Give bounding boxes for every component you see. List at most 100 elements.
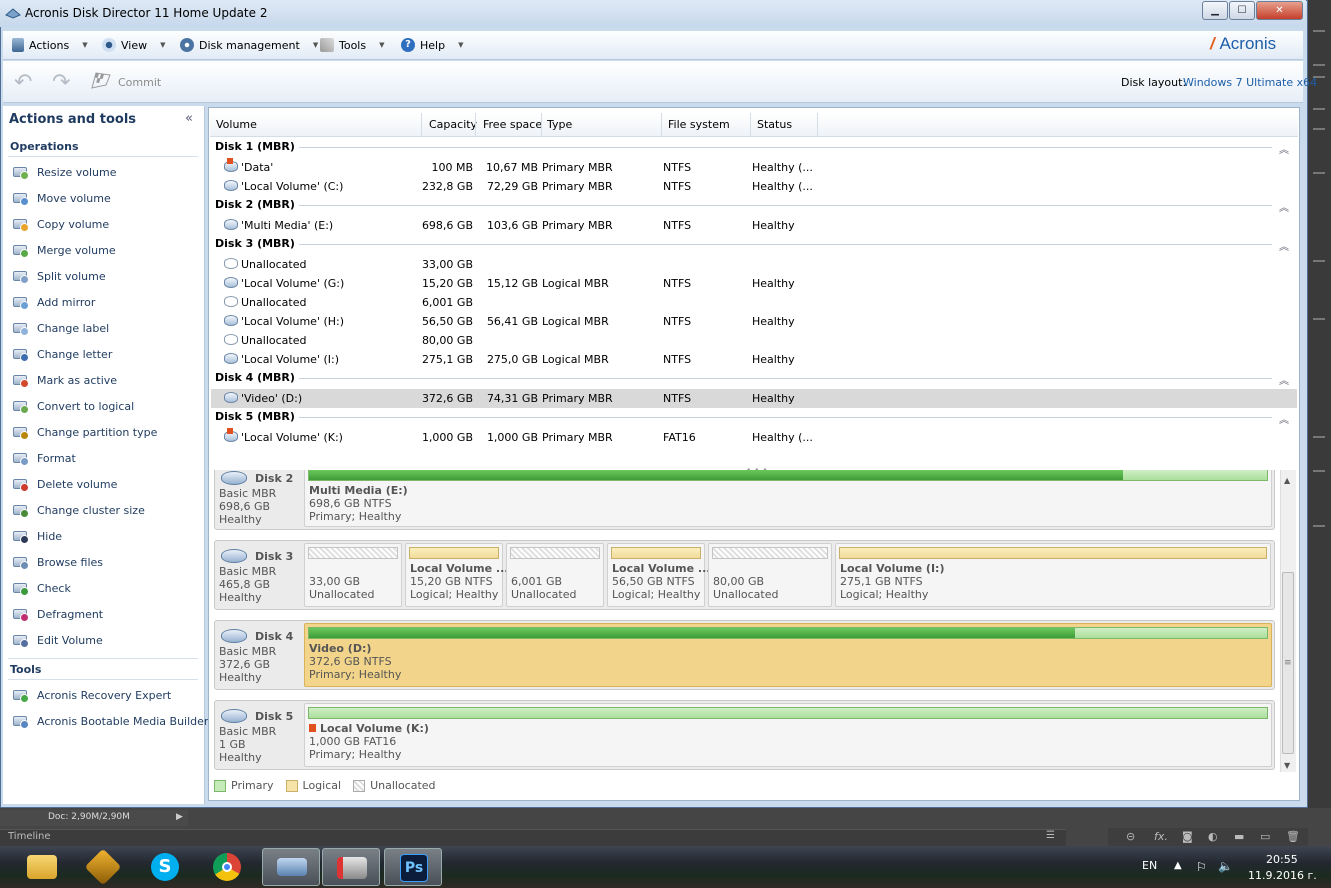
menu-view[interactable]: View ▼ — [102, 38, 166, 52]
partition-block[interactable]: Multi Media (E:) 698,6 GB NTFS Primary; He… — [304, 470, 1272, 527]
redo-icon[interactable]: ↷ — [52, 70, 70, 95]
sidebar-item-convert-logical[interactable]: Convert to logical — [12, 398, 134, 414]
menu-help-label: Help — [420, 38, 446, 52]
scroll-up-icon[interactable]: ▲ — [1284, 476, 1290, 485]
menu-disk-management[interactable]: Disk management ▼ — [180, 38, 318, 52]
commit-flag-icon[interactable] — [90, 71, 112, 89]
disk-info: Disk 4 Basic MBR 372,6 GB Healthy — [215, 621, 303, 689]
active-flag-icon — [309, 724, 316, 732]
table-row[interactable]: 'Local Volume' (G:) 15,20 GB 15,12 GB Logic… — [211, 274, 1297, 293]
table-row[interactable]: 'Multi Media' (E:) 698,6 GB 103,6 GB Primar… — [211, 216, 1297, 235]
partition-block[interactable]: Local Volume ... 56,50 GB NTFS Logical; He… — [607, 543, 710, 607]
column-separator[interactable] — [541, 113, 542, 137]
column-separator[interactable] — [475, 113, 476, 137]
partition-block[interactable]: Local Volume (K:) 1,000 GB FAT16 Primary; … — [304, 703, 1272, 767]
sidebar-item-mark-active[interactable]: Mark as active — [12, 372, 117, 388]
menu-tools[interactable]: Tools ▼ — [320, 38, 385, 52]
cell-capacity: 33,00 GB — [421, 258, 473, 271]
cell-status: Healthy — [752, 315, 795, 328]
partition-block[interactable]: 80,00 GB Unallocated — [708, 543, 832, 607]
cell-status: Healthy — [752, 277, 795, 290]
disk-group-header: Disk 1 (MBR) — [215, 140, 295, 153]
column-separator[interactable] — [661, 113, 662, 137]
partition-block[interactable]: Local Volume ... 15,20 GB NTFS Logical; He… — [405, 543, 508, 607]
minimize-button[interactable]: ▁ — [1202, 1, 1228, 20]
table-row[interactable]: Unallocated 6,001 GB — [211, 293, 1297, 312]
column-separator[interactable] — [817, 113, 818, 137]
sidebar-item-change-letter[interactable]: Change letter — [12, 346, 112, 362]
sidebar-item-change-label[interactable]: Change label — [12, 320, 109, 336]
table-row[interactable]: 'Local Volume' (C:) 232,8 GB 72,29 GB Prima… — [211, 177, 1297, 196]
cell-file-system: FAT16 — [663, 431, 696, 444]
disk-icon — [221, 629, 247, 643]
column-capacity[interactable]: Capacity — [429, 118, 477, 131]
copy-volume-icon-badge — [20, 223, 29, 232]
close-button[interactable]: ✕ — [1256, 1, 1303, 20]
collapse-sidebar-icon[interactable]: « — [185, 111, 193, 126]
sidebar-item-merge-volume[interactable]: Merge volume — [12, 242, 116, 258]
table-row[interactable]: Unallocated 80,00 GB — [211, 331, 1297, 350]
disk-panel-disk3[interactable]: Disk 3 Basic MBR 465,8 GB Healthy 33,00 GB Un… — [214, 540, 1275, 610]
column-separator[interactable] — [421, 113, 422, 137]
scroll-down-icon[interactable]: ▼ — [1284, 761, 1290, 770]
disk-layout-link[interactable]: Windows 7 Ultimate x64 — [1183, 76, 1317, 89]
maximize-button[interactable]: ☐ — [1229, 1, 1255, 20]
split-volume-icon-badge — [20, 275, 29, 284]
cell-type: Primary MBR — [542, 161, 613, 174]
unallocated-icon — [224, 258, 238, 269]
disk-panel-disk2[interactable]: Disk 2 Basic MBR 698,6 GB Healthy Multi Medi… — [214, 470, 1275, 530]
partition-status: Unallocated — [511, 588, 577, 601]
partition-name-text: Local Volume (K:) — [320, 722, 429, 735]
cell-capacity: 80,00 GB — [421, 334, 473, 347]
collapse-group-icon[interactable]: ︽ — [1279, 238, 1289, 253]
cell-file-system: NTFS — [663, 161, 692, 174]
cell-type: Primary MBR — [542, 431, 613, 444]
sidebar-item-label: Change label — [37, 321, 110, 335]
partition-block[interactable]: 33,00 GB Unallocated — [304, 543, 402, 607]
partition-block[interactable]: Local Volume (I:) 275,1 GB NTFS Logical; H… — [835, 543, 1271, 607]
collapse-group-icon[interactable]: ︽ — [1279, 372, 1289, 387]
column-volume[interactable]: Volume — [216, 118, 257, 131]
sidebar-item-move-volume[interactable]: Move volume — [12, 190, 111, 206]
partition-usage-bar — [308, 627, 1268, 639]
partition-block[interactable]: Video (D:) 372,6 GB NTFS Primary; Healthy — [304, 623, 1272, 687]
menu-help[interactable]: ? Help ▼ — [401, 38, 463, 52]
sidebar-item-add-mirror[interactable]: Add mirror — [12, 294, 95, 310]
sidebar-item-format[interactable]: Format — [12, 450, 76, 466]
column-separator[interactable] — [750, 113, 751, 137]
sidebar-item-copy-volume[interactable]: Copy volume — [12, 216, 109, 232]
table-row[interactable]: 'Video' (D:) 372,6 GB 74,31 GB Primary MBR N… — [211, 389, 1297, 408]
partition-usage-bar — [409, 547, 499, 559]
undo-icon[interactable]: ↶ — [14, 70, 32, 95]
column-status[interactable]: Status — [757, 118, 792, 131]
legend: Primary Logical Unallocated — [214, 779, 436, 792]
menu-actions[interactable]: Actions ▼ — [12, 38, 88, 52]
table-row[interactable]: 'Local Volume' (I:) 275,1 GB 275,0 GB Logic… — [211, 350, 1297, 369]
collapse-group-icon[interactable]: ︽ — [1279, 141, 1289, 156]
disk-panel-disk4[interactable]: Disk 4 Basic MBR 372,6 GB Healthy Video (D:)… — [214, 620, 1275, 690]
table-row[interactable]: 'Local Volume' (K:) 1,000 GB 1,000 GB Prima… — [211, 428, 1297, 447]
legend-unallocated-label: Unallocated — [370, 779, 436, 792]
commit-button[interactable]: Commit — [118, 76, 161, 89]
window-title: Acronis Disk Director 11 Home Update 2 — [25, 6, 268, 20]
merge-volume-icon-badge — [20, 249, 29, 258]
column-free-space[interactable]: Free space — [483, 118, 542, 131]
sidebar-item-resize-volume[interactable]: Resize volume — [12, 164, 117, 180]
collapse-group-icon[interactable]: ︽ — [1279, 199, 1289, 214]
cell-free-space: 74,31 GB — [486, 392, 538, 405]
table-row[interactable]: 'Local Volume' (H:) 56,50 GB 56,41 GB Logic… — [211, 312, 1297, 331]
table-row[interactable]: Unallocated 33,00 GB — [211, 255, 1297, 274]
disk-detail-line: Healthy — [219, 751, 262, 764]
disk-details: Basic MBR 465,8 GB Healthy — [219, 565, 276, 604]
disk-name: Disk 2 — [255, 472, 294, 485]
sidebar-item-partition-type[interactable]: Change partition type — [12, 424, 157, 440]
cell-volume: 'Data' — [241, 161, 274, 174]
sidebar-item-split-volume[interactable]: Split volume — [12, 268, 106, 284]
primary-swatch — [214, 779, 226, 792]
column-type[interactable]: Type — [547, 118, 572, 131]
column-file-system[interactable]: File system — [668, 118, 730, 131]
table-row[interactable]: 'Data' 100 MB 10,67 MB Primary MBR NTFS Healt… — [211, 158, 1297, 177]
collapse-group-icon[interactable]: ︽ — [1279, 411, 1289, 426]
partition-block[interactable]: 6,001 GB Unallocated — [506, 543, 604, 607]
disk-panel-disk5[interactable]: Disk 5 Basic MBR 1 GB Healthy Local Volume (… — [214, 700, 1275, 770]
